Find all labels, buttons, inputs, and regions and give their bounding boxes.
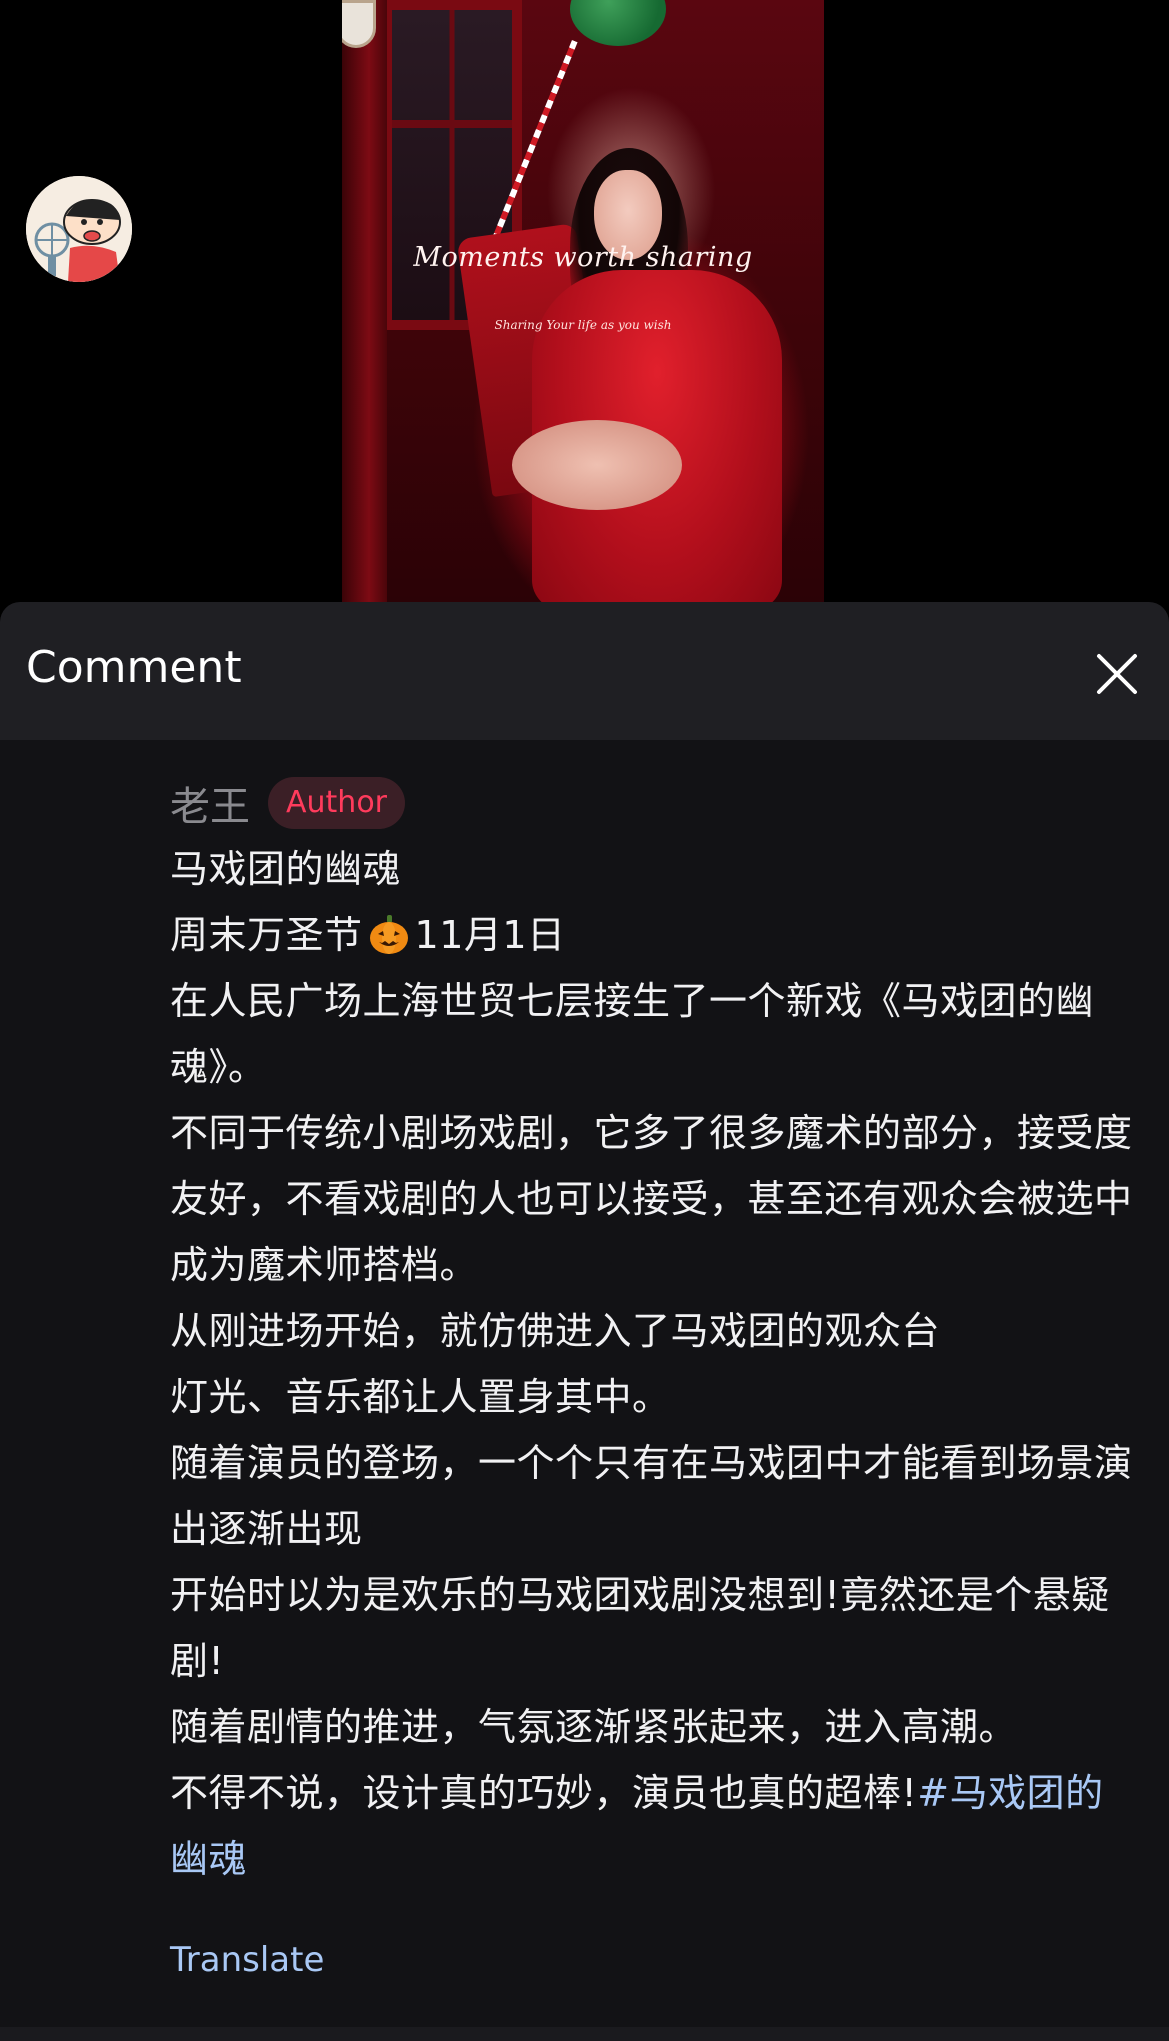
bottom-divider [0,2027,1169,2041]
avatar-cartoon-icon [26,176,132,282]
pumpkin-emoji-icon [369,915,408,954]
video-preview[interactable]: Moments worth sharing Sharing Your life … [0,0,1169,602]
author-row: 老王 Author [170,774,1142,832]
comment-line: 周末万圣节 11月1日 [170,902,1142,968]
comment-sheet-title: Comment [26,642,242,693]
comment-line: 随着剧情的推进，气氛逐渐紧张起来，进入高潮。 [170,1705,1018,1749]
comment-line: 随着演员的登场，一个个只有在马戏团中才能看到场景演出逐渐出现 [170,1441,1133,1551]
comment-line: 开始时以为是欢乐的马戏团戏剧没想到!竟然还是个悬疑剧! [170,1573,1110,1683]
avatar[interactable] [26,176,132,282]
comment-sheet-header: Comment [0,602,1169,740]
author-name[interactable]: 老王 [170,774,250,832]
video-background-pillar [342,0,387,602]
comment-line-part: 11月1日 [414,913,566,957]
comment-text: 马戏团的幽魂 周末万圣节 11月1日 在人民广场上海世贸七层接生了一个新戏《马戏… [170,836,1142,1892]
comment-line-part: 周末万圣节 [170,913,363,957]
video-subcaption: Sharing Your life as you wish [494,318,672,332]
comment-line: 从刚进场开始，就仿佛进入了马戏团的观众台 [170,1309,941,1353]
clock-image [342,0,376,48]
video-caption: Moments worth sharing [413,242,753,273]
comment-line: 灯光、音乐都让人置身其中。 [170,1375,671,1419]
comment-line: 马戏团的幽魂 [170,847,402,891]
close-icon [1097,654,1137,694]
comment-line: 在人民广场上海世贸七层接生了一个新戏《马戏团的幽魂》。 [170,979,1095,1089]
comment-line: 不得不说，设计真的巧妙，演员也真的超棒!#马戏团的幽魂 [170,1760,1142,1892]
comment-body: 老王 Author 马戏团的幽魂 周末万圣节 11月1日 在人民广场上海世贸七层… [170,774,1142,1980]
app-root: Moments worth sharing Sharing Your life … [0,0,1169,2041]
translate-button[interactable]: Translate [170,1940,324,1980]
balloon-image [570,0,666,46]
video-frame[interactable]: Moments worth sharing Sharing Your life … [342,0,824,602]
comment-line-part: 不得不说，设计真的巧妙，演员也真的超棒! [170,1771,918,1815]
comment-line: 不同于传统小剧场戏剧，它多了很多魔术的部分，接受度友好，不看戏剧的人也可以接受，… [170,1111,1133,1287]
author-badge: Author [268,777,406,829]
person-hands [512,420,682,510]
close-button[interactable] [1087,644,1147,704]
